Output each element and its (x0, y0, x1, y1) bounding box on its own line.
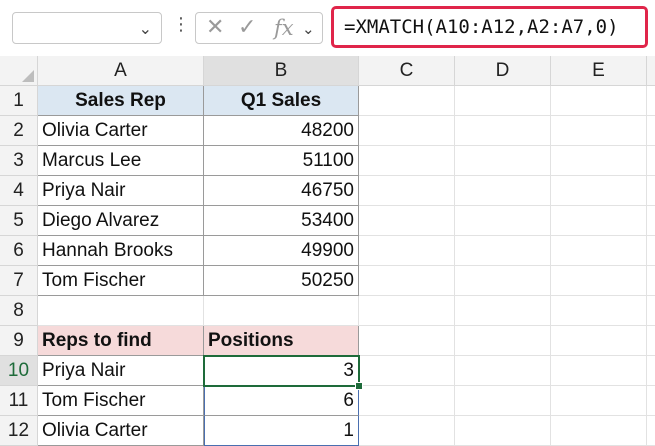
cell-b11[interactable]: 6 (204, 386, 359, 416)
row-header-9[interactable]: 9 (0, 326, 38, 356)
table2-header-positions[interactable]: Positions (204, 326, 359, 356)
cell-a8[interactable] (38, 296, 204, 326)
row-header-2[interactable]: 2 (0, 116, 38, 146)
cell-b3[interactable]: 51100 (204, 146, 359, 176)
insert-function-icon[interactable]: fx (274, 16, 294, 40)
cell-b8[interactable] (204, 296, 359, 326)
cell-a4[interactable]: Priya Nair (38, 176, 204, 206)
column-header-d[interactable]: D (455, 56, 551, 86)
cell-a5[interactable]: Diego Alvarez (38, 206, 204, 236)
empty-cells[interactable] (359, 86, 655, 446)
formula-actions: ✕ ✓ fx ⌄ (195, 12, 323, 44)
row-header-4[interactable]: 4 (0, 176, 38, 206)
select-all-button[interactable] (0, 56, 38, 86)
cell-a12[interactable]: Olivia Carter (38, 416, 204, 446)
table1-header-sales-rep[interactable]: Sales Rep (38, 86, 204, 116)
cell-b5[interactable]: 53400 (204, 206, 359, 236)
cell-a10[interactable]: Priya Nair (38, 356, 204, 386)
column-header-b[interactable]: B (204, 56, 359, 86)
cell-a7[interactable]: Tom Fischer (38, 266, 204, 296)
column-header-e[interactable]: E (551, 56, 647, 86)
cell-a6[interactable]: Hannah Brooks (38, 236, 204, 266)
row-header-6[interactable]: 6 (0, 236, 38, 266)
cell-b7[interactable]: 50250 (204, 266, 359, 296)
table1-header-q1-sales[interactable]: Q1 Sales (204, 86, 359, 116)
more-options-icon[interactable]: ⋮ (172, 16, 190, 34)
row-header-3[interactable]: 3 (0, 146, 38, 176)
cell-a3[interactable]: Marcus Lee (38, 146, 204, 176)
row-header-11[interactable]: 11 (0, 386, 38, 416)
column-header-c[interactable]: C (359, 56, 455, 86)
row-header-7[interactable]: 7 (0, 266, 38, 296)
table2-header-reps-to-find[interactable]: Reps to find (38, 326, 204, 356)
formula-bar: ⌄ ⋮ ✕ ✓ fx ⌄ =XMATCH(A10:A12,A2:A7,0) (0, 0, 655, 56)
formula-input[interactable]: =XMATCH(A10:A12,A2:A7,0) (331, 6, 648, 48)
cell-b6[interactable]: 49900 (204, 236, 359, 266)
check-icon[interactable]: ✓ (238, 15, 256, 40)
cell-a11[interactable]: Tom Fischer (38, 386, 204, 416)
chevron-down-icon[interactable]: ⌄ (139, 19, 152, 38)
formula-text: =XMATCH(A10:A12,A2:A7,0) (344, 16, 619, 38)
chevron-down-icon[interactable]: ⌄ (302, 20, 315, 38)
cell-b2[interactable]: 48200 (204, 116, 359, 146)
cell-a2[interactable]: Olivia Carter (38, 116, 204, 146)
cell-b10[interactable]: 3 (204, 356, 359, 386)
column-header-f[interactable] (647, 56, 655, 86)
row-header-12[interactable]: 12 (0, 416, 38, 446)
row-header-8[interactable]: 8 (0, 296, 38, 326)
fill-handle[interactable] (355, 382, 363, 390)
row-header-1[interactable]: 1 (0, 86, 38, 116)
cancel-icon[interactable]: ✕ (206, 15, 224, 40)
row-header-5[interactable]: 5 (0, 206, 38, 236)
row-header-10[interactable]: 10 (0, 356, 38, 386)
name-box[interactable]: ⌄ (12, 12, 162, 44)
cell-b12[interactable]: 1 (204, 416, 359, 446)
cell-b4[interactable]: 46750 (204, 176, 359, 206)
column-header-a[interactable]: A (38, 56, 204, 86)
